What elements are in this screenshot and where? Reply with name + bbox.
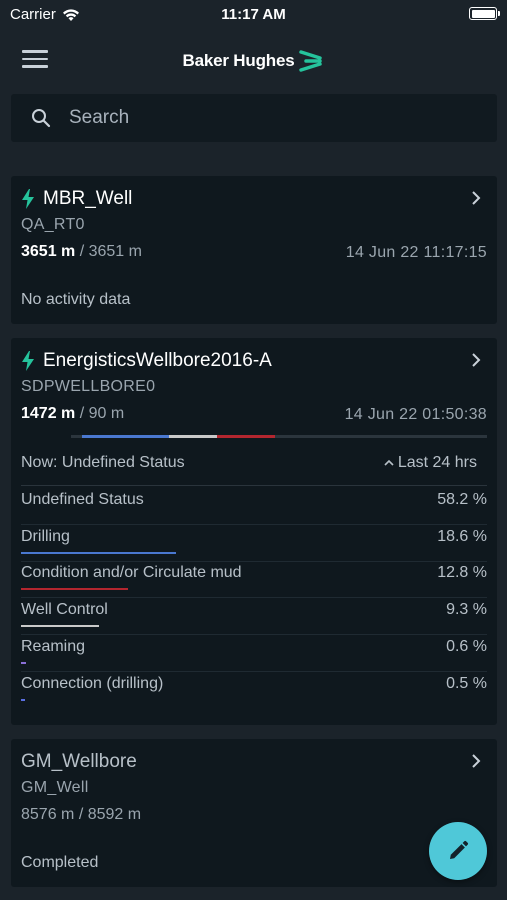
- depth-readout: 1472 m / 90 m: [21, 405, 124, 423]
- activity-share-bar: [21, 588, 128, 591]
- activity-share-bar: [21, 661, 26, 664]
- activity-share-bar: [21, 551, 176, 554]
- well-card-energistics[interactable]: EnergisticsWellbore2016-A SDPWELLBORE0 1…: [11, 338, 497, 725]
- current-status-label: Now: Undefined Status: [21, 454, 185, 471]
- search-input[interactable]: [69, 107, 469, 129]
- activity-percent: 58.2 %: [437, 491, 487, 508]
- timeline-segment: [81, 435, 170, 438]
- depth-current: 3651 m: [21, 243, 76, 260]
- status-bar: Carrier 11:17 AM: [0, 0, 507, 30]
- last-update-date: 14 Jun 22 11:17:15: [345, 244, 487, 261]
- well-name: MBR_Well: [43, 188, 133, 209]
- activity-share-bar: [21, 698, 26, 701]
- current-status-row: Now: Undefined Status Last 24 hrs: [21, 454, 487, 472]
- timeline-segment: [71, 435, 82, 438]
- activity-percent: 12.8 %: [437, 564, 487, 582]
- chevron-up-icon: [384, 459, 394, 466]
- row-divider: [21, 634, 487, 636]
- nav-bar: Baker Hughes: [0, 30, 507, 88]
- edit-fab-button[interactable]: [429, 822, 487, 880]
- row-divider: [21, 524, 487, 525]
- row-divider: [21, 670, 487, 672]
- activity-label: Reaming: [21, 637, 86, 655]
- last-update-date: 14 Jun 22 01:50:38: [344, 406, 487, 423]
- brand-logo: Baker Hughes: [0, 49, 507, 73]
- depth-readout: 8576 m / 8592 m: [21, 806, 142, 823]
- activity-row: Connection (drilling) 0.5 %: [21, 675, 487, 711]
- depth-total: / 90 m: [79, 405, 125, 422]
- activity-label: Connection (drilling): [21, 674, 164, 692]
- activity-label: Condition and/or Circulate mud: [21, 564, 242, 582]
- chevron-right-icon[interactable]: [471, 191, 481, 205]
- depth-readout: 3651 m / 3651 m: [21, 243, 142, 261]
- search-bar[interactable]: [11, 94, 497, 142]
- wellbore-id: GM_Well: [21, 779, 89, 796]
- well-name: GM_Wellbore: [21, 751, 137, 772]
- activity-percent: 9.3 %: [446, 601, 487, 619]
- activity-row: Undefined Status 58.2 %: [21, 491, 487, 527]
- chevron-right-icon[interactable]: [471, 353, 481, 367]
- lightning-bolt-icon: [22, 189, 34, 209]
- activity-note: No activity data: [21, 291, 131, 308]
- well-name: EnergisticsWellbore2016-A: [43, 350, 272, 371]
- activity-share-bar: [21, 625, 99, 628]
- activity-percent: 0.5 %: [446, 674, 487, 692]
- well-title-row: MBR_Well: [21, 188, 132, 210]
- activity-percent: 0.6 %: [446, 637, 487, 655]
- depth-current: 1472 m: [21, 405, 76, 422]
- divider: [21, 485, 487, 486]
- timeline-segment: [169, 435, 217, 438]
- activity-row: Well Control 9.3 %: [21, 601, 487, 637]
- wellbore-id: SDPWELLBORE0: [21, 378, 156, 395]
- search-icon: [32, 109, 51, 128]
- pencil-edit-icon: [450, 840, 469, 859]
- well-card-mbr[interactable]: MBR_Well QA_RT0 3651 m / 3651 m 14 Jun 2…: [11, 176, 497, 324]
- timeline-segment: [217, 435, 276, 438]
- wellbore-id: QA_RT0: [21, 216, 85, 233]
- depth-total: / 3651 m: [79, 243, 142, 260]
- activity-label: Undefined Status: [21, 491, 144, 508]
- well-title-row: EnergisticsWellbore2016-A: [21, 350, 272, 372]
- well-title-row: GM_Wellbore: [21, 751, 137, 773]
- row-divider: [21, 560, 487, 562]
- activity-row: Drilling 18.6 %: [21, 528, 487, 564]
- activity-percent: 18.6 %: [437, 527, 487, 545]
- logo-text: Baker Hughes: [182, 51, 295, 70]
- time-range-toggle[interactable]: Last 24 hrs: [384, 454, 477, 472]
- lightning-bolt-icon: [22, 351, 34, 371]
- activity-label: Drilling: [21, 527, 70, 545]
- activity-note: Completed: [21, 854, 99, 871]
- well-card-gm[interactable]: GM_Wellbore GM_Well 8576 m / 8592 m Comp…: [11, 739, 497, 887]
- activity-label: Well Control: [21, 601, 108, 619]
- activity-row: Reaming 0.6 %: [21, 638, 487, 674]
- logo-mark-icon: [299, 50, 323, 72]
- battery-icon: [469, 7, 500, 20]
- activity-timeline-strip: [71, 435, 487, 438]
- time-range-label: Last 24 hrs: [397, 454, 477, 471]
- chevron-right-icon[interactable]: [471, 754, 481, 768]
- clock: 11:17 AM: [221, 6, 286, 23]
- activity-row: Condition and/or Circulate mud 12.8 %: [21, 564, 487, 600]
- row-divider: [21, 597, 487, 599]
